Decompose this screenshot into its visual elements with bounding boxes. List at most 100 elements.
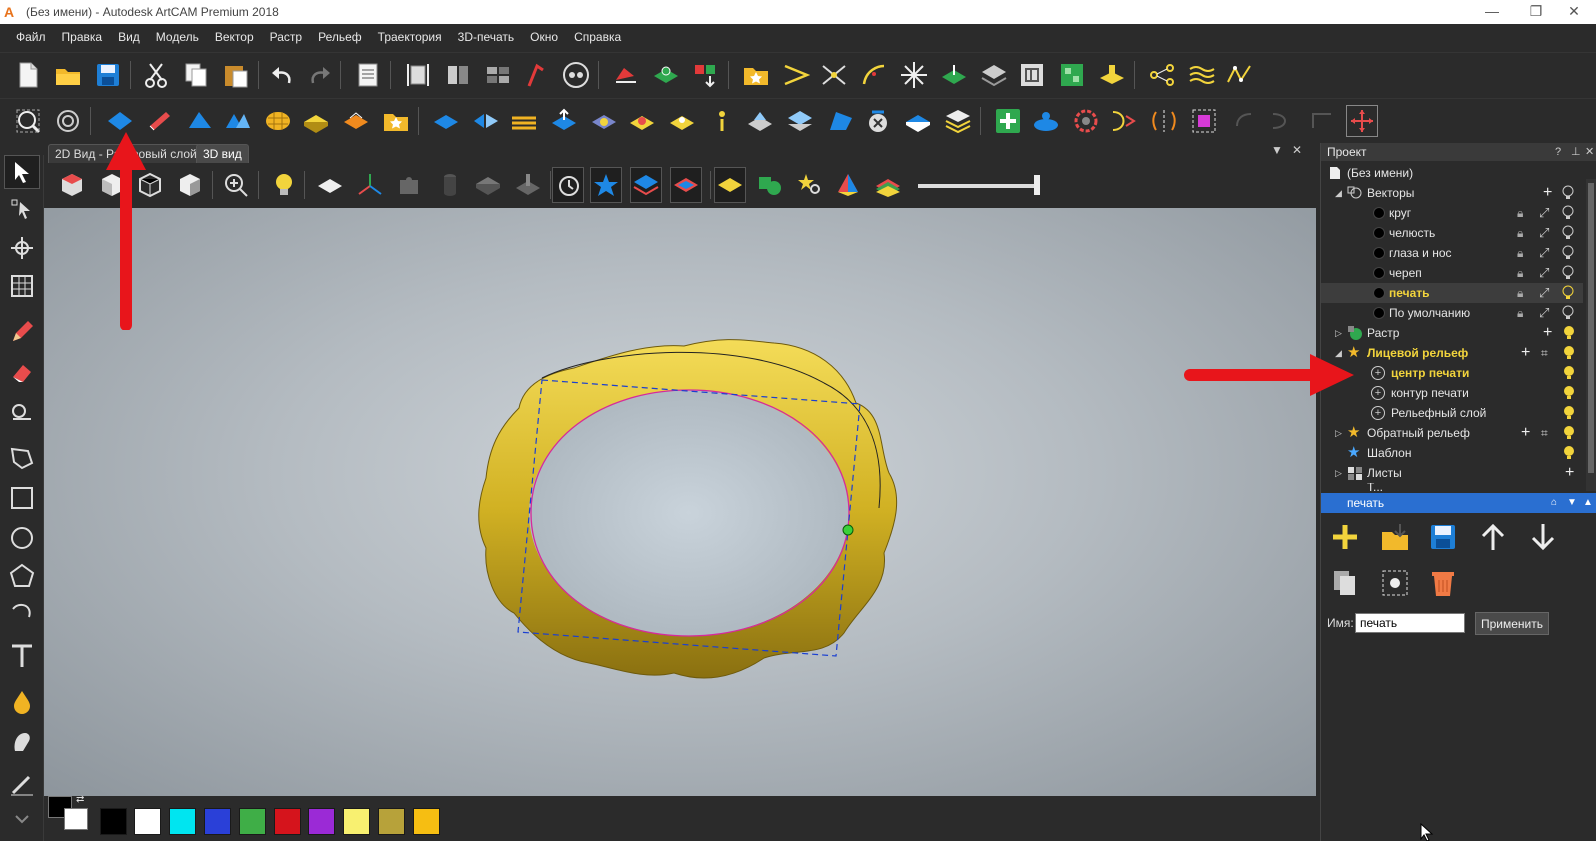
swatch-blue[interactable] <box>204 808 231 835</box>
pencil-icon[interactable] <box>4 315 40 349</box>
node-points-icon[interactable] <box>1146 59 1178 91</box>
relief-stack-icon[interactable] <box>784 105 816 137</box>
layout-icon[interactable] <box>1016 59 1048 91</box>
combine-add-icon[interactable]: + <box>1371 406 1385 420</box>
favorites-folder-icon[interactable] <box>740 59 772 91</box>
clock-view-icon[interactable] <box>552 167 584 203</box>
blue-layers-icon[interactable] <box>630 167 662 203</box>
tree-item-sheets[interactable]: ▷ Листы + <box>1321 463 1583 483</box>
select-layer-icon[interactable] <box>1377 565 1413 601</box>
add-raster-layer-icon[interactable]: + <box>1543 323 1552 343</box>
lock-icon[interactable]: 🔒︎ <box>1517 263 1523 283</box>
tool-view-icon[interactable] <box>512 169 544 201</box>
minimize-button[interactable]: — <box>1470 0 1514 24</box>
swatch-black[interactable] <box>100 808 127 835</box>
mirror-icon[interactable] <box>442 59 474 91</box>
layer-panel-home-icon[interactable]: ⌂ <box>1551 493 1557 513</box>
collapse-icon[interactable]: ◢ <box>1335 183 1342 203</box>
menu-edit[interactable]: Правка <box>54 30 111 44</box>
relief-tilt-icon[interactable] <box>824 105 856 137</box>
circle-tool-icon[interactable] <box>4 521 40 555</box>
relief-mirror-icon[interactable] <box>1148 105 1180 137</box>
relief-extrude-icon[interactable] <box>144 105 176 137</box>
relief-select-icon[interactable] <box>1188 105 1220 137</box>
visibility-bulb-icon[interactable] <box>1561 405 1577 421</box>
grid-icon[interactable]: ⌗ <box>1541 343 1548 363</box>
relief-star-folder-icon[interactable] <box>380 105 412 137</box>
swatch-green[interactable] <box>239 808 266 835</box>
lock-icon[interactable]: 🔒︎ <box>1517 223 1523 243</box>
simulation-icon[interactable] <box>560 59 592 91</box>
layer-color-dot[interactable] <box>1373 267 1385 279</box>
select-arrow-icon[interactable] <box>4 155 40 189</box>
eraser-icon[interactable] <box>4 355 40 389</box>
3d-viewport[interactable] <box>44 208 1316 796</box>
add-back-relief-icon[interactable]: + <box>1521 423 1530 443</box>
view-iso-red-icon[interactable] <box>56 169 88 201</box>
light-bulb-icon[interactable] <box>268 169 300 201</box>
smudge-tool-icon[interactable] <box>4 725 40 759</box>
tree-item-toolpaths[interactable]: Т... <box>1321 483 1583 491</box>
import-layer-icon[interactable] <box>1377 519 1413 555</box>
green-shapes-icon[interactable] <box>754 169 786 201</box>
apply-button[interactable]: Применить <box>1475 612 1549 635</box>
add-sheet-icon[interactable]: + <box>1565 463 1574 483</box>
arc-tool-icon[interactable] <box>4 597 40 631</box>
menu-window[interactable]: Окно <box>522 30 566 44</box>
add-green-icon[interactable] <box>992 105 1024 137</box>
add-relief-layer-icon[interactable]: + <box>1521 343 1530 363</box>
yellow-plane-icon[interactable] <box>714 167 746 203</box>
start-node-handle[interactable] <box>842 524 854 536</box>
move-layer-down-icon[interactable] <box>1525 519 1561 555</box>
gray-plane-icon[interactable] <box>472 169 504 201</box>
tab-close-icon[interactable]: ✕ <box>1292 143 1302 157</box>
combine-add-icon[interactable]: + <box>1371 366 1385 380</box>
snap-icon[interactable]: ⤢ <box>1539 243 1549 263</box>
drop-tool-icon[interactable] <box>4 685 40 719</box>
vector-angle-icon[interactable] <box>780 59 812 91</box>
relief-sheet-icon[interactable] <box>942 105 974 137</box>
more-tools-icon[interactable] <box>4 803 40 837</box>
relief-point-icon[interactable] <box>666 105 698 137</box>
tile-icon[interactable] <box>482 59 514 91</box>
relief-wrap-icon[interactable] <box>1108 105 1140 137</box>
copy-layer-icon[interactable] <box>1327 565 1363 601</box>
visibility-bulb-icon[interactable] <box>1561 305 1575 321</box>
tree-scrollbar[interactable] <box>1586 179 1596 491</box>
paste-icon[interactable] <box>220 59 252 91</box>
expand-icon[interactable]: ▷ <box>1335 423 1342 443</box>
vector-layer-row[interactable]: челюсть 🔒︎ ⤢ <box>1321 223 1583 243</box>
toolpath-edit-icon[interactable] <box>610 59 642 91</box>
save-icon[interactable] <box>92 59 124 91</box>
visibility-bulb-icon[interactable] <box>1561 245 1575 261</box>
shape-editor-icon[interactable] <box>52 105 84 137</box>
star-search-icon[interactable] <box>794 169 826 201</box>
menu-help[interactable]: Справка <box>566 30 629 44</box>
vector-layer-row[interactable]: круг 🔒︎ ⤢ <box>1321 203 1583 223</box>
snap-icon[interactable]: ⤢ <box>1539 203 1549 223</box>
red-layers-icon[interactable] <box>670 167 702 203</box>
machine-icon[interactable] <box>1096 59 1128 91</box>
menu-relief[interactable]: Рельеф <box>310 30 370 44</box>
swatch-olive[interactable] <box>378 808 405 835</box>
relief-delete-icon[interactable] <box>862 105 894 137</box>
visibility-bulb-icon[interactable] <box>1561 205 1575 221</box>
layers-stack-icon[interactable] <box>978 59 1010 91</box>
new-file-icon[interactable] <box>12 59 44 91</box>
lock-icon[interactable]: 🔒︎ <box>1517 243 1523 263</box>
copy-icon[interactable] <box>180 59 212 91</box>
snap-icon[interactable]: ⤢ <box>1539 223 1549 243</box>
layer-name-input[interactable] <box>1355 613 1465 633</box>
help-icon[interactable]: ? <box>1555 143 1561 161</box>
swatch-white[interactable] <box>134 808 161 835</box>
panel-close-icon[interactable]: ✕ <box>1585 143 1594 161</box>
layer-color-dot[interactable] <box>1373 247 1385 259</box>
relief-slice-icon[interactable] <box>744 105 776 137</box>
relief-pattern-icon[interactable] <box>588 105 620 137</box>
grid-icon[interactable]: ⌗ <box>1541 423 1548 443</box>
tree-item-face-relief[interactable]: ◢ ★ Лицевой рельеф + ⌗ <box>1321 343 1583 363</box>
polyline-icon[interactable] <box>1224 59 1256 91</box>
tree-item-raster[interactable]: ▷ Растр + <box>1321 323 1583 343</box>
visibility-bulb-icon[interactable] <box>1561 225 1575 241</box>
snap-icon[interactable]: ⤢ <box>1539 283 1549 303</box>
